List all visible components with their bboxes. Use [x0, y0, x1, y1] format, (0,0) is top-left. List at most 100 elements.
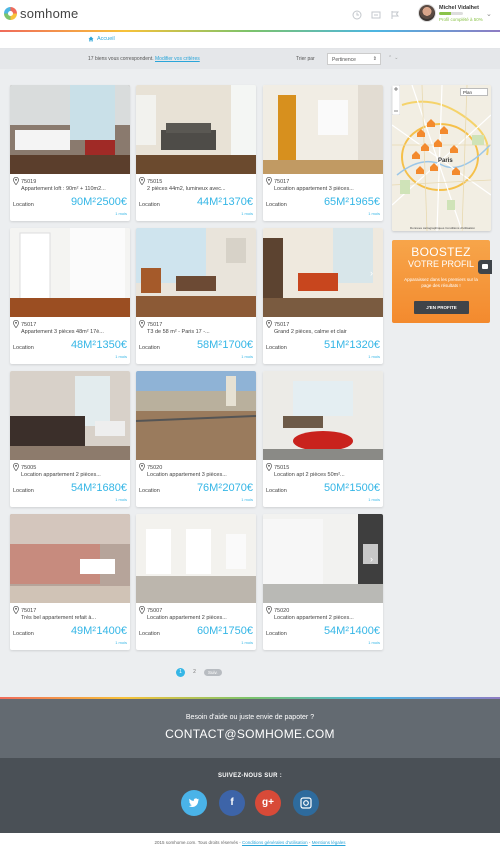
map-city-label: Paris — [438, 158, 453, 164]
listing-period: 1 mois — [241, 354, 253, 359]
listing-title[interactable]: T3 de 58 m² - Paris 17 -... — [147, 329, 253, 335]
chevron-right-icon[interactable]: › — [370, 268, 373, 278]
map-zoom-control[interactable] — [392, 85, 400, 115]
listing-period: 1 mois — [115, 354, 127, 359]
listing-title[interactable]: Location appartement 3 pièces... — [274, 186, 380, 192]
listing-title[interactable]: Location appartement 2 pièces... — [21, 472, 127, 478]
listing-card[interactable]: 75017 Appartement 3 pièces 48m² 17è... Loc… — [10, 228, 130, 364]
listing-zip: 75019 — [21, 179, 37, 185]
map-type-select[interactable]: Plan — [460, 88, 488, 96]
listing-type: Location — [13, 488, 34, 494]
listing-price: 1400€ — [349, 625, 380, 637]
listing-title[interactable]: Appartement 3 pièces 48m² 17è... — [21, 329, 127, 335]
listing-photo[interactable] — [263, 85, 383, 174]
listing-card[interactable]: 75005 Location appartement 2 pièces... Loc… — [10, 371, 130, 507]
listing-card[interactable]: 75015 Location apt 2 pièces 50m²... Locati… — [263, 371, 383, 507]
terms-link[interactable]: Conditions générales d'utilisation — [242, 840, 308, 845]
listing-card[interactable]: 75017 Très bel appartement refait à... Loc… — [10, 514, 130, 650]
contact-email-link[interactable]: CONTACT@SOMHOME.COM — [0, 727, 500, 741]
listing-card[interactable]: 75020 Location appartement 3 pièces... Loc… — [136, 371, 256, 507]
modify-criteria-link[interactable]: Modifier vos critères — [155, 56, 200, 62]
sort-label: Trier par — [296, 56, 315, 62]
boost-subtitle: VOTRE PROFIL — [407, 259, 474, 269]
listing-card[interactable]: 75007 Location appartement 2 pièces... Loc… — [136, 514, 256, 650]
help-text: Besoin d'aide ou juste envie de papoter … — [185, 714, 315, 721]
listing-card[interactable]: 75017 Location appartement 3 pièces... Loc… — [263, 85, 383, 221]
listing-area: 49M² — [70, 625, 96, 637]
listing-title[interactable]: Grand 2 pièces, calme et clair — [274, 329, 380, 335]
clock-icon[interactable] — [352, 10, 362, 20]
listing-title[interactable]: 2 pièces 44m2, lumineux avec... — [147, 186, 253, 192]
listing-photo[interactable] — [263, 371, 383, 460]
breadcrumb: Accueil — [0, 32, 500, 49]
listing-title[interactable]: Location apt 2 pièces 50m²... — [274, 472, 380, 478]
listing-period: 1 mois — [241, 640, 253, 645]
flag-icon[interactable] — [390, 10, 400, 20]
listing-title[interactable]: Très bel appartement refait à... — [21, 615, 127, 621]
chat-icon[interactable] — [478, 260, 492, 274]
listing-photo[interactable] — [263, 514, 383, 603]
listing-type: Location — [13, 202, 34, 208]
google-plus-icon[interactable]: g+ — [255, 790, 281, 816]
listing-area: 65M² — [323, 196, 349, 208]
top-header: somhome Michel Vidalhet Profil complété … — [0, 0, 500, 30]
listing-photo[interactable] — [10, 228, 130, 317]
listing-card[interactable]: 75015 2 pièces 44m2, lumineux avec... Loca… — [136, 85, 256, 221]
boost-button[interactable]: J'EN PROFITE — [414, 301, 469, 314]
map-credit: Données cartographiques Conditions d'uti… — [410, 226, 475, 230]
listing-price: 1370€ — [222, 196, 253, 208]
profile-progress-text: Profil complété à 50% — [439, 17, 483, 22]
breadcrumb-home-label: Accueil — [97, 36, 115, 42]
twitter-icon[interactable] — [181, 790, 207, 816]
chevron-down-icon[interactable]: ⌄ — [486, 10, 492, 18]
breadcrumb-home[interactable]: Accueil — [88, 36, 115, 42]
listing-card[interactable]: › 75020 Location appartement 2 pièces... Lo… — [263, 514, 383, 650]
location-pin-icon — [139, 606, 145, 614]
listing-price: 1965€ — [349, 196, 380, 208]
next-page-button[interactable]: Suiv. — [204, 669, 222, 676]
instagram-icon[interactable] — [293, 790, 319, 816]
avatar[interactable] — [418, 4, 436, 22]
message-icon[interactable] — [371, 10, 381, 20]
listing-photo[interactable] — [136, 371, 256, 460]
listing-photo[interactable] — [136, 514, 256, 603]
listing-photo[interactable] — [136, 85, 256, 174]
logo[interactable]: somhome — [4, 6, 78, 21]
location-pin-icon — [13, 463, 19, 471]
chevron-right-icon[interactable]: › — [370, 554, 373, 564]
location-pin-icon — [139, 177, 145, 185]
user-name[interactable]: Michel Vidalhet — [439, 5, 479, 11]
sort-order-arrows[interactable]: ⌃⌄ — [388, 55, 400, 61]
listing-photo[interactable] — [263, 228, 383, 317]
copyright-text: 2015 somhome.com. Tous droits réservés - — [154, 840, 241, 845]
page-1[interactable]: 1 — [176, 668, 185, 677]
results-map[interactable]: Plan Paris Données cartographiques Condi… — [392, 85, 491, 231]
listing-photo[interactable] — [10, 371, 130, 460]
listing-area: 54M² — [70, 482, 96, 494]
page-2[interactable]: 2 — [190, 668, 199, 677]
boost-profile-banner: BOOSTEZ VOTRE PROFIL Apparaissez dans le… — [392, 240, 490, 323]
listing-title[interactable]: Location appartement 3 pièces... — [147, 472, 253, 478]
location-pin-icon — [266, 177, 272, 185]
sort-select[interactable]: Pertinence — [327, 53, 381, 65]
listing-area: 90M² — [70, 196, 96, 208]
listing-type: Location — [139, 345, 160, 351]
listing-title[interactable]: Location appartement 2 pièces... — [147, 615, 253, 621]
logo-icon — [4, 7, 17, 20]
home-icon — [88, 36, 94, 42]
listing-photo[interactable] — [136, 228, 256, 317]
listing-photo[interactable] — [10, 85, 130, 174]
listing-title[interactable]: Appartement loft : 90m² + 110m2... — [21, 186, 127, 192]
listing-card[interactable]: › 75017 Grand 2 pièces, calme et clair Loca… — [263, 228, 383, 364]
listing-price: 2500€ — [96, 196, 127, 208]
listing-card[interactable]: 75019 Appartement loft : 90m² + 110m2... L… — [10, 85, 130, 221]
listing-title[interactable]: Location appartement 2 pièces... — [274, 615, 380, 621]
facebook-icon[interactable]: f — [219, 790, 245, 816]
listing-photo[interactable] — [10, 514, 130, 603]
legal-mentions-link[interactable]: Mentions légales — [312, 840, 346, 845]
listing-type: Location — [266, 631, 287, 637]
listing-zip: 75007 — [147, 608, 163, 614]
listing-card[interactable]: 75017 T3 de 58 m² - Paris 17 -... Location… — [136, 228, 256, 364]
listing-period: 1 mois — [241, 497, 253, 502]
listing-period: 1 mois — [241, 211, 253, 216]
